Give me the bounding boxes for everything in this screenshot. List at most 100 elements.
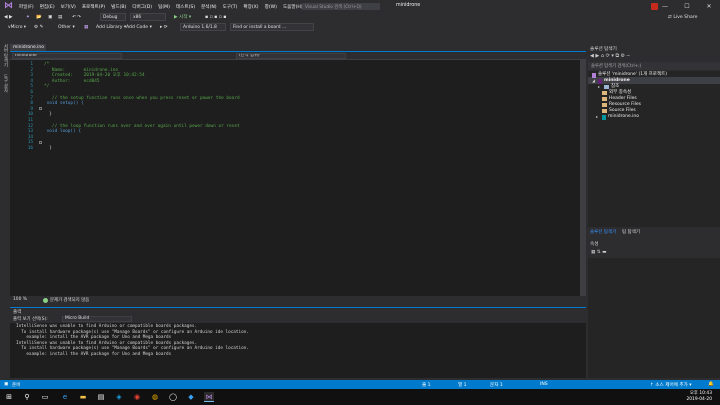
properties-toolbar-icons[interactable]: ▦ ⇅ ▬: [591, 250, 606, 255]
editor-vertical-scrollbar[interactable]: [580, 60, 586, 296]
properties-grid: [588, 258, 720, 378]
expanded-arrow-icon: ◢: [592, 78, 596, 83]
menu-analyze[interactable]: 분석(N): [198, 4, 219, 10]
solution-explorer-title: 솔루션 탐색기: [588, 45, 720, 53]
line-number-gutter: 1 2 3 4 5 6 7 8 9 10 11 12 13 14 15 16: [10, 62, 40, 152]
toolbox-tab[interactable]: 도구 상자: [2, 74, 8, 93]
clock-time: 오후 10:43: [689, 391, 712, 396]
issues-indicator[interactable]: 문제가 검색되지 않음: [43, 297, 89, 303]
app-red-icon[interactable]: ◉: [132, 392, 142, 402]
undo-icon[interactable]: ↶ ↷: [72, 13, 81, 21]
output-text: IntelliSense was unable to find Arduino …: [10, 323, 586, 378]
add-library-button[interactable]: Add Library ▾: [96, 23, 126, 31]
status-line: 줄 1: [422, 383, 431, 388]
board-search-input[interactable]: Find or install a board ...: [230, 23, 314, 31]
se-toolbar-icons[interactable]: ◀ ▶ ⌂ ⟳ ▾ ⧉ ⚙ ─: [590, 53, 630, 59]
task-view-icon[interactable]: ▭: [40, 392, 50, 402]
save-icon[interactable]: ▣: [48, 13, 52, 21]
visual-studio-logo-icon: ⋈: [4, 1, 13, 11]
start-debug-button[interactable]: ▶ 시작 ▾: [174, 13, 191, 21]
add-code-button[interactable]: Add Code ▾: [126, 23, 152, 31]
status-ready: 준비: [12, 383, 21, 388]
tab-solution-explorer[interactable]: 솔루션 탐색기: [590, 229, 616, 235]
windows-start-icon[interactable]: ⊞: [4, 392, 14, 402]
toolbar-extra-icons[interactable]: ▪ ▫ ▪ ▫ ▪: [205, 13, 226, 21]
maximize-icon[interactable]: ☐: [676, 0, 698, 12]
code-editor[interactable]: 1 2 3 4 5 6 7 8 9 10 11 12 13 14 15 16 /…: [10, 60, 580, 296]
source-control-button[interactable]: ↑ 소스 제어에 추가 ▾: [650, 382, 692, 388]
menu-extensions[interactable]: 확장(X): [240, 4, 261, 10]
output-source-label: 출력 보기 선택(S):: [13, 317, 48, 322]
folder-icon: [602, 109, 607, 113]
store-icon[interactable]: ▤: [96, 392, 106, 402]
tab-team-explorer[interactable]: 팀 탐색기: [622, 229, 640, 235]
library-icon[interactable]: ▦: [84, 23, 88, 31]
open-file-icon[interactable]: 📂: [36, 13, 42, 21]
tree-node-ino-file[interactable]: ▸ minidrone.ino: [596, 114, 639, 120]
code-lines: /* Name: minidrone.ino Created: 2019-04-…: [44, 62, 574, 152]
app-icon[interactable]: ◈: [114, 392, 124, 402]
visual-studio-taskbar-icon[interactable]: ⋈: [204, 392, 214, 402]
menu-bar: 파일(F) 편집(E) 보기(V) 프로젝트(P) 빌드(B) 디버그(D) 팀…: [16, 3, 306, 11]
menu-team[interactable]: 팀(M): [155, 4, 173, 10]
menu-tools[interactable]: 도구(T): [220, 4, 241, 10]
menu-edit[interactable]: 편집(E): [37, 4, 58, 10]
app-blue-icon[interactable]: ◆: [186, 392, 196, 402]
clock-date: 2019-04-20: [686, 396, 712, 402]
file-explorer-icon[interactable]: ▬: [78, 392, 88, 402]
standard-toolbar: ◀ ▶ ✦ 📂 ▣ ▤ ↶ ↷ Debug x86 ▶ 시작 ▾ ▪ ▫ ▪ ▫…: [0, 12, 720, 22]
menu-file[interactable]: 파일(F): [16, 4, 37, 10]
close-icon[interactable]: ✕: [698, 0, 720, 12]
zoom-level-select[interactable]: 100 %: [13, 297, 27, 302]
nav-back-icon[interactable]: ◀ ▶: [4, 13, 13, 21]
quick-launch-search-input[interactable]: Visual Studio 검색 (Ctrl+Q): [302, 3, 380, 10]
project-icon: [598, 78, 602, 84]
folder-icon: [602, 103, 607, 107]
upload-icons[interactable]: ▸ ⟳: [160, 23, 168, 31]
menu-debug[interactable]: 디버그(D): [129, 4, 155, 10]
menu-view[interactable]: 보기(V): [58, 4, 79, 10]
minimize-icon[interactable]: —: [654, 0, 676, 12]
status-icon: ▣: [4, 382, 9, 387]
nav-project-select[interactable]: minidrone: [12, 53, 122, 59]
solution-explorer-toolbar: ◀ ▶ ⌂ ⟳ ▾ ⧉ ⚙ ─: [588, 53, 720, 61]
folder-icon: [602, 91, 607, 95]
system-clock[interactable]: 오후 10:43 2019-04-20: [686, 391, 712, 402]
menu-test[interactable]: 테스트(S): [173, 4, 198, 10]
ino-file-icon: [602, 114, 606, 120]
platform-select[interactable]: x86: [130, 13, 166, 21]
collapse-loop-icon[interactable]: [39, 141, 42, 144]
live-share-button[interactable]: ⇄ Live Share: [668, 13, 697, 21]
menu-build[interactable]: 빌드(B): [108, 4, 129, 10]
server-explorer-tab[interactable]: 서버 탐색기: [2, 44, 8, 67]
status-ins: INS: [540, 382, 548, 387]
menu-project[interactable]: 프로젝트(P): [79, 4, 108, 10]
solution-explorer-search-input[interactable]: 솔루션 탐색기 검색(Ctrl+;): [588, 62, 720, 70]
board-version-select[interactable]: Arduino 1.6/1.8: [180, 23, 226, 31]
properties-toolbar: ▦ ⇅ ▬: [588, 250, 720, 258]
configuration-select[interactable]: Debug: [100, 13, 126, 21]
collapse-setup-icon[interactable]: [39, 107, 42, 110]
folder-icon: [602, 97, 607, 101]
output-source-select[interactable]: Micro Build: [62, 316, 132, 322]
menu-window[interactable]: 창(W): [262, 4, 280, 10]
nav-scope-select[interactable]: (전역 범위): [236, 53, 346, 59]
other-menu[interactable]: Other ▾: [58, 23, 75, 31]
notification-bell-icon[interactable]: 🔔: [708, 382, 714, 387]
left-tool-strip: 서버 탐색기 도구 상자: [0, 40, 10, 380]
vmicro-tool-icons[interactable]: ⚙ ✎: [34, 23, 43, 31]
chrome-icon[interactable]: ◍: [150, 392, 160, 402]
status-bar: ▣ 준비 줄 1 열 1 문자 1 INS ↑ 소스 제어에 추가 ▾ 🔔: [0, 380, 720, 389]
vmicro-toolbar: vMicro ▾ ⚙ ✎ Other ▾ ▦ Add Library ▾ Add…: [0, 22, 720, 32]
save-all-icon[interactable]: ▤: [58, 13, 62, 21]
new-item-icon[interactable]: ✦: [26, 13, 30, 21]
document-tab-minidrone[interactable]: minidrone.ino: [10, 44, 46, 51]
solution-name-label: minidrone: [396, 3, 421, 8]
app-white-icon[interactable]: ◯: [168, 392, 178, 402]
search-icon[interactable]: ⚲: [22, 392, 32, 402]
edge-browser-icon[interactable]: e: [60, 392, 70, 402]
output-toolbar: 출력 보기 선택(S): Micro Build: [10, 315, 586, 323]
vmicro-menu[interactable]: vMicro ▾: [6, 23, 28, 31]
code-line: }: [44, 145, 52, 151]
right-panel-tabs: 솔루션 탐색기 팀 탐색기: [588, 228, 720, 236]
